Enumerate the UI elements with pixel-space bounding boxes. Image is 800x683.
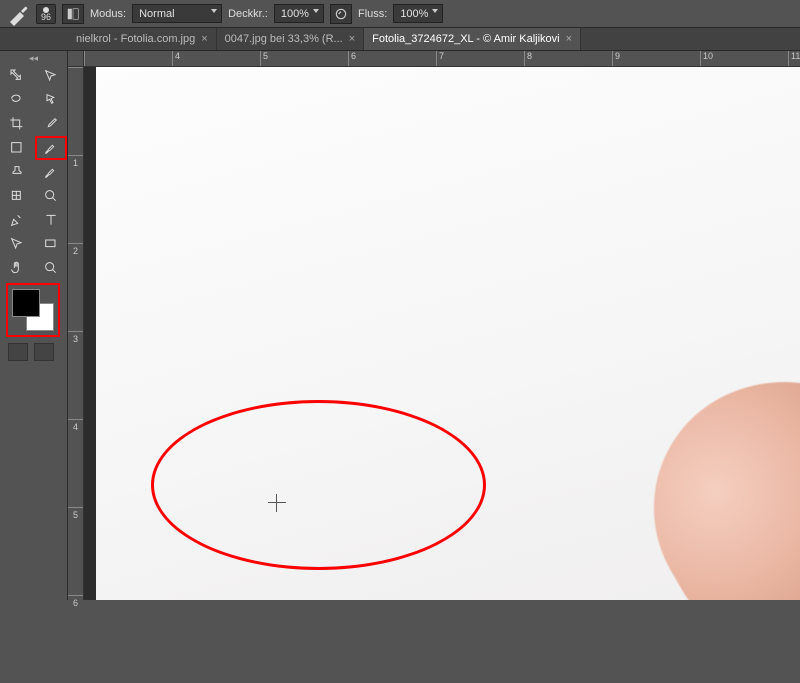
options-bar: 96 Modus: Normal Deckkr.: 100% Fluss: 10… xyxy=(0,0,800,28)
annotation-ellipse xyxy=(151,400,486,570)
quick-select-tool[interactable] xyxy=(36,89,66,111)
canvas[interactable] xyxy=(84,67,800,600)
history-brush-tool[interactable] xyxy=(36,161,66,183)
flow-field[interactable]: 100% xyxy=(393,4,443,23)
horizontal-ruler: 4567891011 xyxy=(84,51,800,67)
move-tool[interactable] xyxy=(2,65,32,87)
vertical-ruler: 123456 xyxy=(68,67,84,600)
collapse-icon[interactable]: ◂◂ xyxy=(0,53,67,63)
zoom-tool[interactable] xyxy=(36,185,66,207)
color-swatches[interactable] xyxy=(10,287,56,333)
path-select-tool[interactable] xyxy=(2,233,32,255)
cursor-crosshair-icon xyxy=(268,494,286,512)
opacity-field[interactable]: 100% xyxy=(274,4,324,23)
active-tool-icon xyxy=(6,2,30,26)
crop-tool[interactable] xyxy=(2,113,32,135)
flow-label: Fluss: xyxy=(358,8,387,20)
pen-tool[interactable] xyxy=(2,209,32,231)
arrow-tool[interactable] xyxy=(36,65,66,87)
marquee-tool[interactable] xyxy=(2,137,32,159)
brush-tool[interactable] xyxy=(36,137,66,159)
document-tab[interactable]: Fotolia_3724672_XL - © Amir Kaljikovi× xyxy=(364,28,581,50)
hand-tool[interactable] xyxy=(2,257,32,279)
canvas-region: 4567891011 123456 xyxy=(68,51,800,600)
document-tab[interactable]: nielkrol - Fotolia.com.jpg× xyxy=(68,28,217,50)
zoom2-tool[interactable] xyxy=(36,257,66,279)
shape-tool[interactable] xyxy=(36,233,66,255)
mode-label: Modus: xyxy=(90,8,126,20)
patch-tool[interactable] xyxy=(2,185,32,207)
close-icon[interactable]: × xyxy=(201,33,207,45)
image-content xyxy=(608,332,800,600)
screenmode-toggle[interactable] xyxy=(34,343,54,361)
brush-preset-picker[interactable]: 96 xyxy=(36,4,56,24)
blend-mode-dropdown[interactable]: Normal xyxy=(132,4,222,23)
eyedropper-tool[interactable] xyxy=(36,113,66,135)
close-icon[interactable]: × xyxy=(566,33,572,45)
stamp-tool[interactable] xyxy=(2,161,32,183)
toolbox: ◂◂ xyxy=(0,51,68,600)
brush-panel-toggle[interactable] xyxy=(62,4,84,24)
close-icon[interactable]: × xyxy=(349,33,355,45)
pressure-opacity-icon[interactable] xyxy=(330,4,352,24)
quickmask-toggle[interactable] xyxy=(8,343,28,361)
opacity-label: Deckkr.: xyxy=(228,8,268,20)
type-tool[interactable] xyxy=(36,209,66,231)
ruler-corner xyxy=(68,51,84,67)
foreground-color[interactable] xyxy=(12,289,40,317)
document-tabs: nielkrol - Fotolia.com.jpg×0047.jpg bei … xyxy=(0,28,800,51)
lasso-tool[interactable] xyxy=(2,89,32,111)
document-tab[interactable]: 0047.jpg bei 33,3% (R...× xyxy=(217,28,364,50)
